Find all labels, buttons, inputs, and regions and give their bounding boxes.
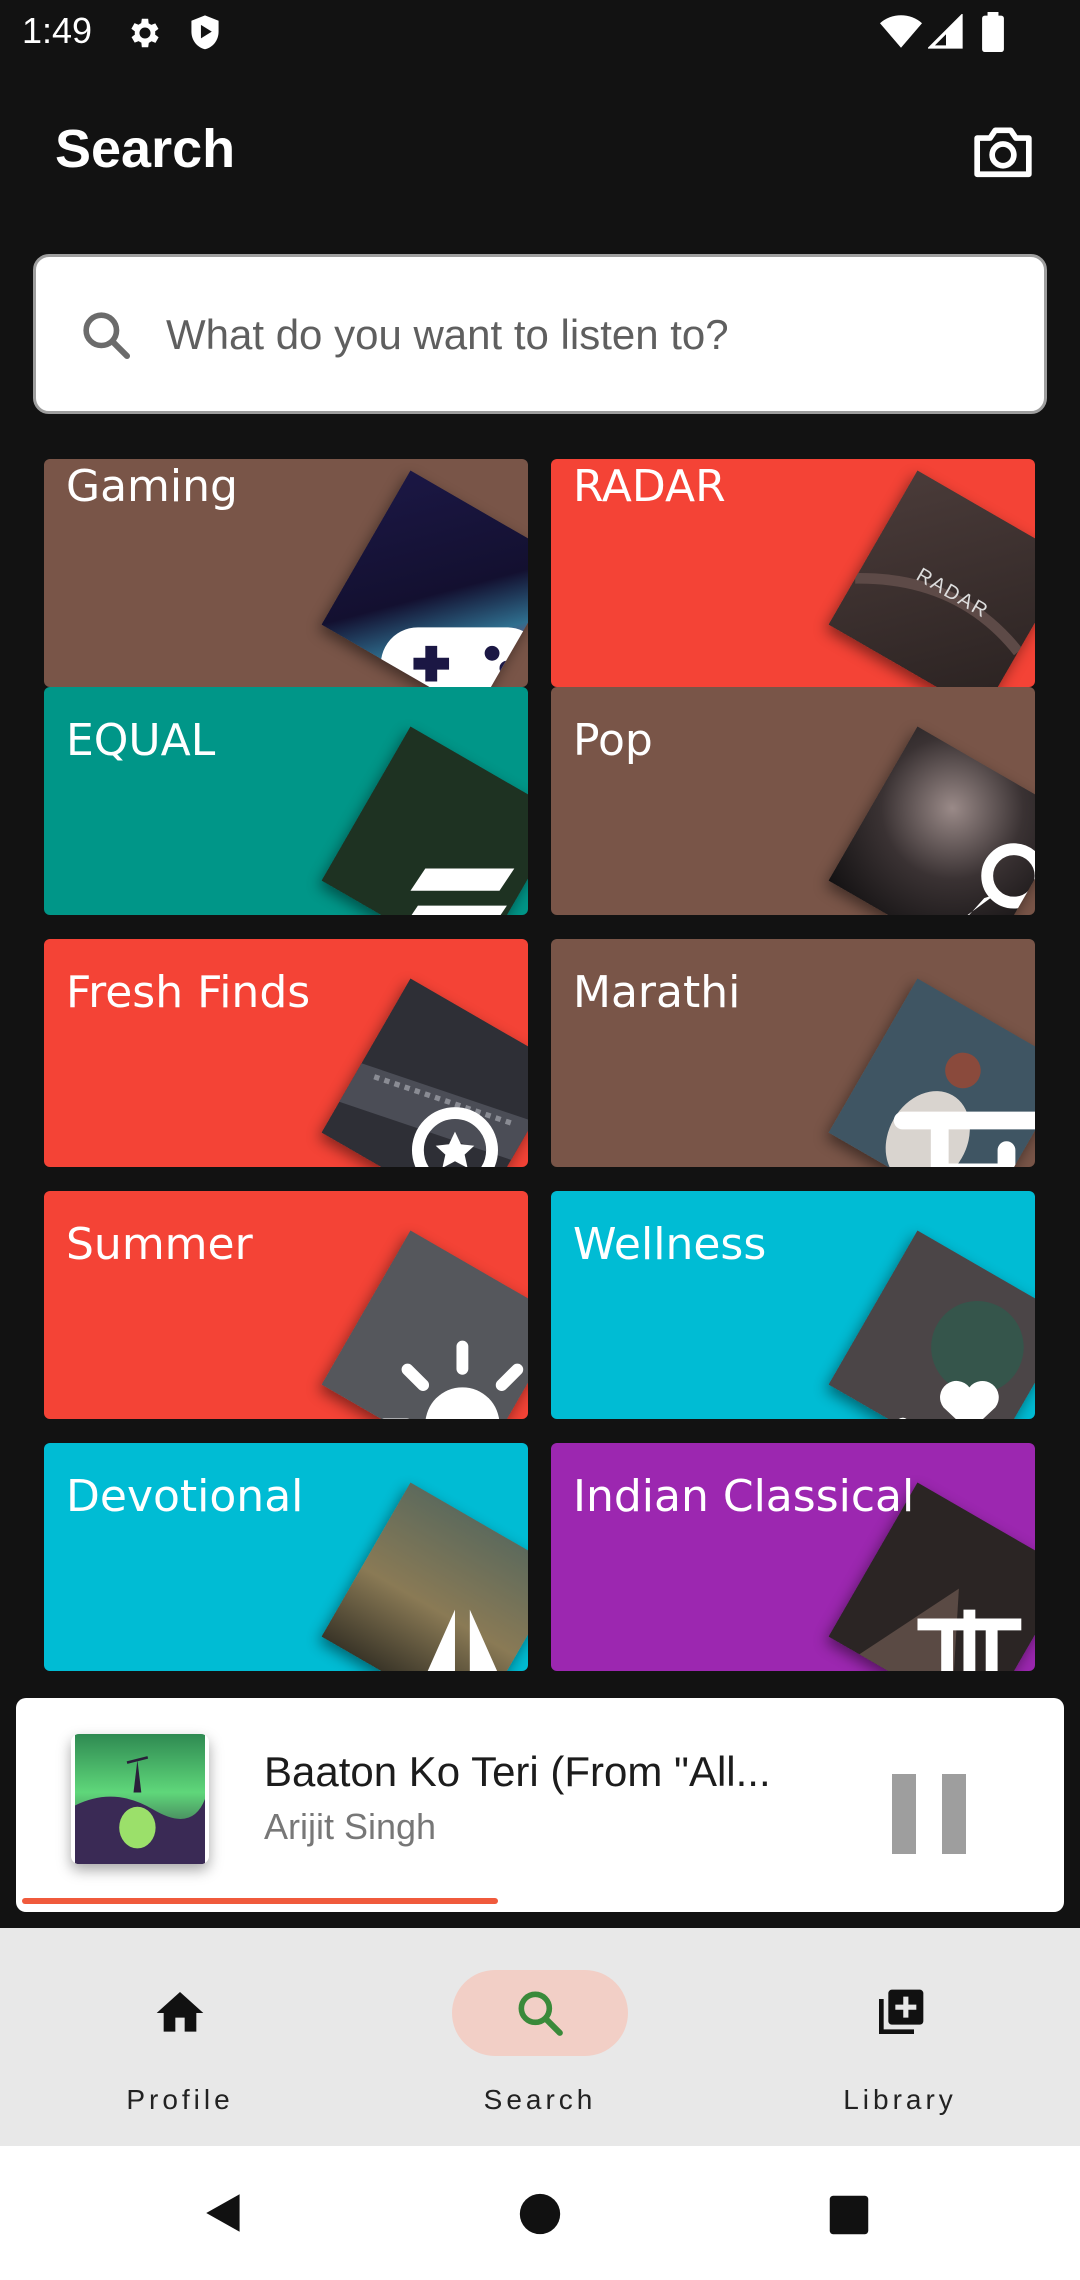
search-icon: [518, 1991, 563, 2036]
category-grid: Gaming RADAR RADAR EQUAL Pop Fresh Finds…: [0, 459, 1080, 1697]
sitar-icon: [917, 1609, 1022, 1671]
category-art-radar: RADAR: [828, 470, 1035, 687]
back-icon[interactable]: [200, 2188, 250, 2238]
camera-icon: [974, 127, 1032, 178]
category-tile-indian-classical[interactable]: Indian Classical: [551, 1443, 1035, 1671]
camera-button[interactable]: [972, 122, 1034, 180]
category-label: Indian Classical: [573, 1471, 915, 1522]
category-label: Gaming: [66, 461, 238, 512]
playback-progress-fill: [22, 1898, 498, 1904]
category-tile-marathi[interactable]: Marathi: [551, 939, 1035, 1167]
category-art-equal: [321, 726, 528, 915]
nav-label: Profile: [126, 2084, 234, 2115]
category-label: Fresh Finds: [66, 967, 311, 1018]
nav-item-search[interactable]: Search: [360, 1928, 720, 2146]
album-art: [71, 1734, 209, 1864]
bottom-navigation: Profile Search Library: [0, 1928, 1080, 2146]
gear-icon: [131, 18, 159, 48]
nav-item-library[interactable]: Library: [720, 1928, 1080, 2146]
category-label: Wellness: [573, 1219, 767, 1270]
pause-icon: [892, 1774, 916, 1854]
search-box[interactable]: [33, 254, 1047, 414]
category-art-pop: [828, 726, 1035, 915]
status-time: 1:49: [22, 10, 93, 51]
system-navigation-bar: [0, 2146, 1080, 2280]
recents-icon[interactable]: [828, 2194, 870, 2236]
category-art-marathi: [828, 978, 1035, 1167]
playback-progress[interactable]: [22, 1898, 1056, 1904]
search-input[interactable]: [166, 297, 1006, 373]
home-circle-icon[interactable]: [518, 2192, 562, 2236]
category-label: Pop: [573, 715, 653, 766]
nav-icon-container: [812, 1970, 988, 2056]
track-artist: Arijit Singh: [264, 1806, 437, 1847]
microphone-icon: [910, 843, 1035, 915]
category-tile-fresh-finds[interactable]: Fresh Finds: [44, 939, 528, 1167]
status-bar: 1:49: [0, 0, 1080, 66]
category-tile-summer[interactable]: Summer: [44, 1191, 528, 1419]
nav-item-profile[interactable]: Profile: [0, 1928, 360, 2146]
shield-icon: [191, 15, 219, 50]
sun-icon: [378, 1340, 528, 1419]
category-label: Marathi: [573, 967, 741, 1018]
category-tile-equal[interactable]: EQUAL: [44, 687, 528, 915]
wifi-icon: [880, 15, 922, 48]
category-art-gaming: [321, 470, 528, 687]
category-art-fresh-finds: [321, 978, 528, 1167]
heart-hands-icon: [895, 1380, 1035, 1419]
praying-hands-icon: [410, 1609, 515, 1671]
nav-icon-container: [92, 1970, 268, 2056]
category-label: RADAR: [573, 461, 726, 512]
category-tile-gaming[interactable]: Gaming: [44, 459, 528, 687]
now-playing-bar[interactable]: Baaton Ko Teri (From "All... Arijit Sing…: [16, 1698, 1064, 1912]
search-screen: 1:49 Search Gaming RADAR RADAR: [0, 0, 1080, 2280]
category-tile-radar[interactable]: RADAR RADAR: [551, 459, 1035, 687]
category-tile-devotional[interactable]: Devotional: [44, 1443, 528, 1671]
magnifier-star-icon: [411, 1107, 498, 1167]
category-art-summer: [321, 1230, 528, 1419]
track-title: Baaton Ko Teri (From "All...: [264, 1748, 771, 1795]
pause-icon-bar: [942, 1774, 966, 1854]
category-art-wellness: [828, 1230, 1035, 1419]
page-title: Search: [55, 119, 236, 179]
home-icon: [156, 1992, 204, 2032]
search-icon: [83, 312, 131, 360]
devanagari-letter-icon: [893, 1111, 1035, 1167]
equal-stripes-icon: [395, 868, 515, 915]
battery-icon: [982, 12, 1004, 52]
nav-label: Search: [483, 2084, 597, 2115]
nav-active-indicator: [452, 1970, 628, 2056]
category-label: Devotional: [66, 1471, 304, 1522]
category-art-devotional: [321, 1482, 528, 1671]
category-label: EQUAL: [66, 715, 216, 766]
pause-button[interactable]: [892, 1774, 966, 1854]
category-label: Summer: [66, 1219, 253, 1270]
category-tile-wellness[interactable]: Wellness: [551, 1191, 1035, 1419]
library-add-icon: [879, 1989, 924, 2034]
gamepad-icon: [380, 627, 528, 687]
nav-label: Library: [843, 2084, 957, 2115]
signal-icon: [928, 14, 963, 49]
category-tile-pop[interactable]: Pop: [551, 687, 1035, 915]
